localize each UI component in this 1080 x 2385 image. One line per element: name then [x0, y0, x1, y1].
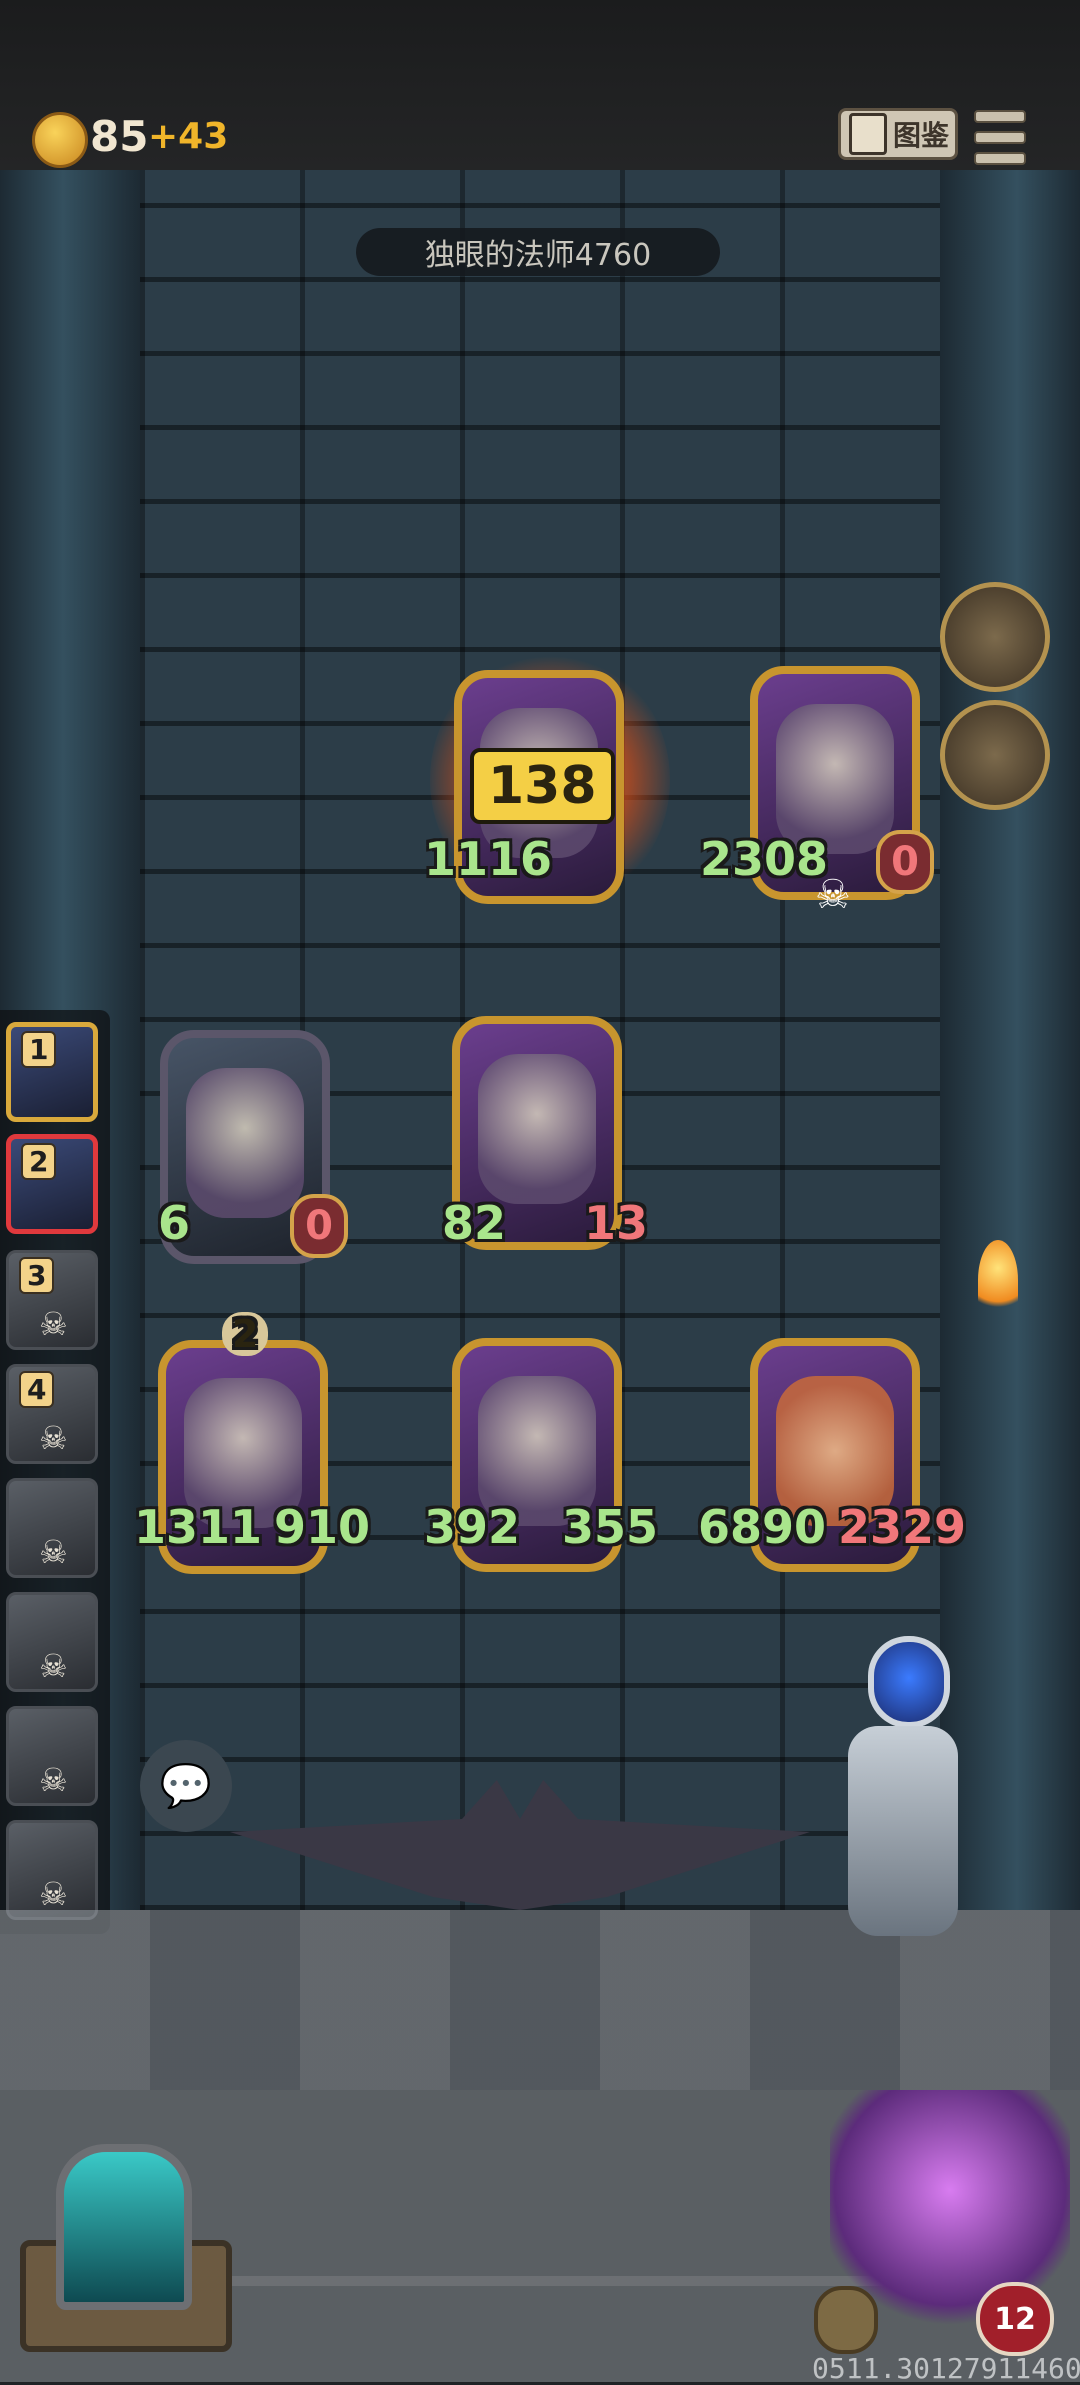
codex-label: 图鉴 — [893, 119, 950, 152]
chat-icon[interactable]: 💬 — [140, 1740, 232, 1832]
card-attack: 6 — [158, 1196, 191, 1250]
card-attack: 1116 — [424, 832, 553, 886]
slot-number: 2 — [21, 1143, 57, 1180]
skull-icon: ☠ — [39, 1305, 68, 1343]
skull-icon: ☠ — [39, 1761, 68, 1799]
round-token-rat-icon — [940, 582, 1050, 692]
damage-popup: 138 — [470, 748, 615, 824]
book-icon — [849, 113, 887, 155]
round-token-rat-icon — [940, 700, 1050, 810]
menu-icon[interactable] — [974, 110, 1026, 165]
skull-icon: ☠ — [39, 1533, 68, 1571]
card-attack: 392 — [424, 1500, 521, 1554]
team-slot[interactable]: 1 — [6, 1022, 98, 1122]
card-attack: 1311 — [134, 1500, 263, 1554]
enemy-name: 独眼的法师4760 — [424, 238, 652, 273]
team-slot[interactable]: ☠ — [6, 1706, 98, 1806]
card-hp: 2329 — [838, 1500, 967, 1554]
shield-icon[interactable] — [814, 2286, 878, 2354]
codex-button[interactable]: 图鉴 — [838, 108, 958, 160]
floor-rail — [160, 2176, 900, 2286]
card-attack: 6890 — [698, 1500, 827, 1554]
coin-income: +43 — [148, 116, 229, 157]
skull-icon: ☠ — [39, 1647, 68, 1685]
team-slot[interactable]: ☠ — [6, 1478, 98, 1578]
team-slot[interactable]: ☠ — [6, 1820, 98, 1920]
card-hp: 355 — [562, 1500, 659, 1554]
card-hp: 0 — [290, 1194, 348, 1258]
team-slot[interactable]: ☠ — [6, 1592, 98, 1692]
card-hp: 0 — [876, 830, 934, 894]
skull-icon: ☠ — [39, 1419, 68, 1457]
player-hero-robot — [818, 1636, 1018, 1956]
team-slot[interactable]: 2 — [6, 1134, 98, 1234]
card-level: 2 — [222, 1312, 269, 1356]
skull-icon: ☠ — [39, 1875, 68, 1913]
card-hp: 910 — [274, 1500, 371, 1554]
coin-icon — [32, 112, 88, 168]
slot-number: 4 — [19, 1371, 55, 1408]
card-hp: 13 — [584, 1196, 649, 1250]
game-seed: 0511.30127911460 — [812, 2352, 1080, 2385]
torch-icon — [978, 1240, 1018, 1320]
team-sidebar: 1 2 3 ☠ 4 ☠ ☠ ☠ ☠ ☠ — [0, 1010, 110, 1934]
skull-icon: ☠ — [815, 872, 851, 918]
portal-button[interactable] — [56, 2144, 192, 2310]
enemy-name-bar: 独眼的法师4760 — [356, 228, 720, 276]
slot-number: 3 — [19, 1257, 55, 1294]
card-attack: 2308 — [700, 832, 829, 886]
card-attack: 82 — [442, 1196, 507, 1250]
lives-heart: 12 — [976, 2282, 1054, 2356]
team-slot[interactable]: 4 ☠ — [6, 1364, 98, 1464]
team-slot[interactable]: 3 ☠ — [6, 1250, 98, 1350]
slot-number: 1 — [21, 1031, 57, 1068]
coin-count: 85 — [90, 112, 149, 161]
